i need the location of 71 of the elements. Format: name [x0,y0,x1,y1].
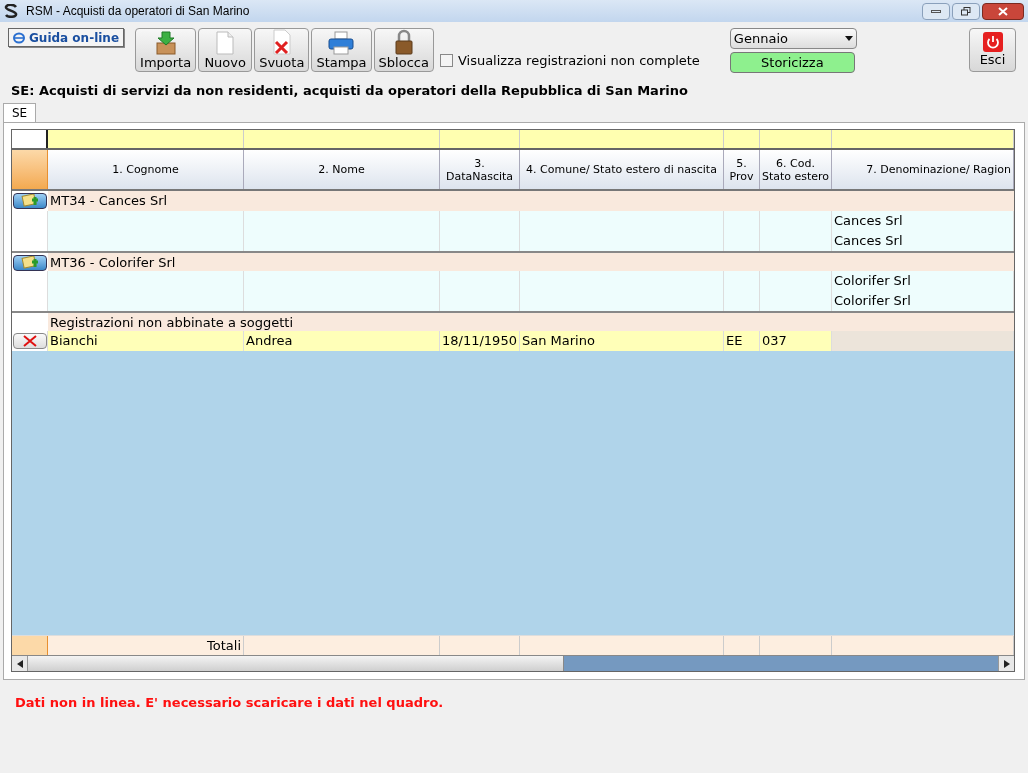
row-header-corner [12,150,48,189]
left-arrow-icon [16,659,23,668]
table-cell [760,271,832,291]
table-cell: Colorifer Srl [832,271,1014,291]
padlock-icon [393,29,414,55]
window-title: RSM - Acquisti da operatori di San Marino [26,3,250,20]
app-logo-icon [4,4,18,18]
corner-cell [12,130,48,148]
restore-button[interactable] [952,2,980,20]
horizontal-scrollbar[interactable] [12,655,1014,671]
table-cell: Andrea [244,331,440,351]
minimize-button[interactable] [922,2,950,20]
exit-button[interactable]: Esci [969,28,1016,72]
table-cell [760,211,832,231]
note-plus-icon [19,194,41,208]
column-header: 1. Cognome [48,150,244,189]
box-with-arrow-icon [154,31,177,55]
power-icon [982,32,1003,52]
table-cell: Cances Srl [832,231,1014,251]
scroll-thumb[interactable] [28,656,564,671]
toolbar-button[interactable]: Svuota [254,28,310,72]
toolbar-button[interactable]: Sblocca [373,28,434,72]
table-cell: San Marino [520,331,724,351]
page-with-x-icon [271,29,292,55]
column-header: 3. DataNascita [440,150,520,189]
right-arrow-icon [1003,659,1010,668]
column-header: 4. Comune/ Stato estero di nascita [520,150,724,189]
x-icon [22,334,37,347]
scroll-left-button[interactable] [12,656,28,671]
incomplete-checkbox[interactable]: Visualizza registrazioni non complete [439,50,700,70]
row-header [12,636,48,656]
tab[interactable]: SE [3,103,37,122]
table-cell: Bianchi [48,331,244,351]
toolbar-button[interactable]: Stampa [311,28,372,72]
blank-page-icon [216,31,235,55]
table-cell: Colorifer Srl [832,291,1014,311]
caret-icon [844,36,853,41]
month-dropdown[interactable]: Gennaio [729,28,857,49]
table-cell: EE [724,331,760,351]
printer-icon [328,31,355,55]
table-cell [724,211,760,231]
section-heading: SE: Acquisti di servizi da non residenti, acquisti da operatori della Repubblica di San Marino [10,82,689,101]
table-cell [724,271,760,291]
status-message: Dati non in linea. E' necessario scaricare i dati nel quadro. [14,694,445,712]
group-label: MT36 - Colorifer Srl [49,254,177,272]
browser-logo-icon [13,31,25,44]
table-cell [724,291,760,311]
table-cell: 037 [760,331,832,351]
section-label: Registrazioni non abbinate a soggetti [49,314,295,332]
close-button[interactable] [982,2,1024,20]
table-cell: Cances Srl [832,211,1014,231]
table-cell: 18/11/1950 [440,331,520,351]
toolbar-button[interactable]: Nuovo [198,28,253,72]
column-header: 2. Nome [244,150,440,189]
row-header [12,291,48,311]
table-cell [760,291,832,311]
toolbar-button[interactable]: Importa [135,28,197,72]
column-header: 6. Cod. Stato estero [760,150,832,189]
table-cell [760,231,832,251]
note-plus-icon [19,255,41,270]
table-cell [724,231,760,251]
restore-icon [961,6,971,16]
minimize-icon [931,9,941,13]
close-icon [998,6,1008,16]
group-label: MT34 - Cances Srl [49,192,169,211]
column-header: 5. Prov [724,150,760,189]
archive-button[interactable]: Storicizza [729,52,855,73]
column-header: 7. Denominazione/ Ragion [832,150,1014,189]
scroll-right-button[interactable] [998,656,1014,671]
row-header [12,231,48,251]
help-button[interactable]: Guida on-line [8,28,125,47]
